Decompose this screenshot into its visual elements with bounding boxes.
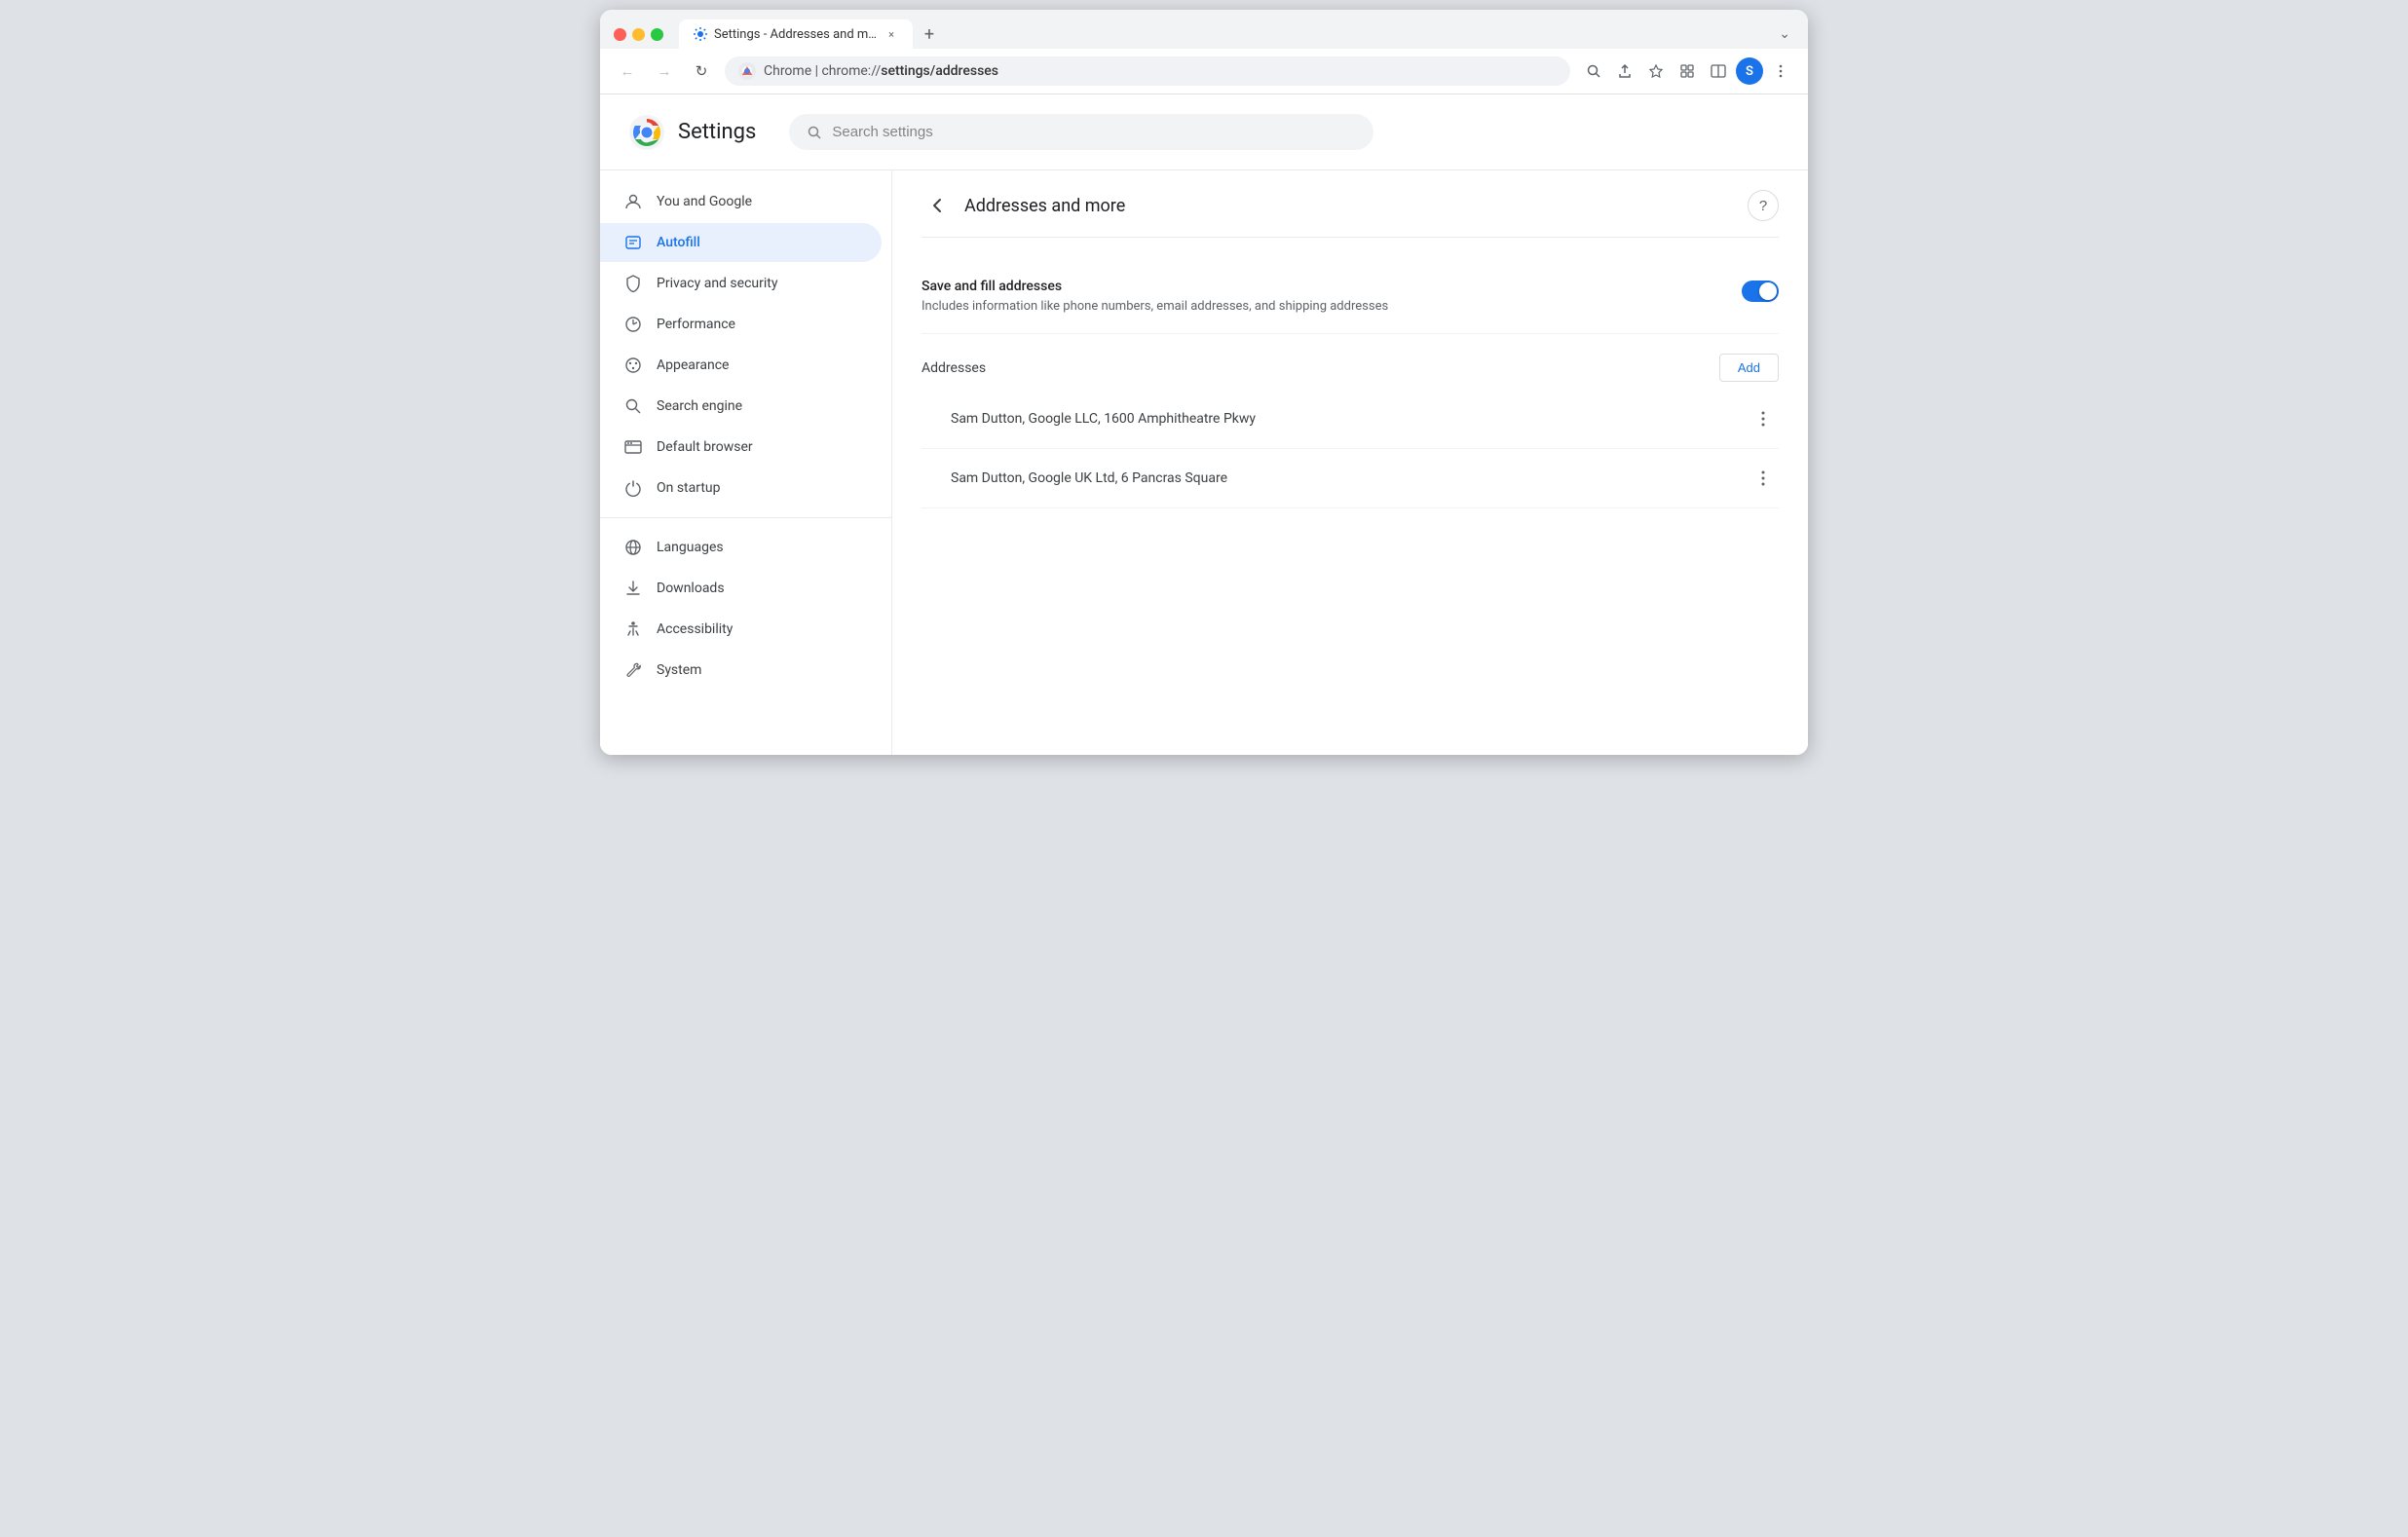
section-header: Addresses and more ? [922, 190, 1779, 238]
setting-name: Save and fill addresses [922, 279, 1742, 294]
sidebar-item-label: Accessibility [657, 621, 733, 637]
main-content: Addresses and more ? Save and fill addre… [892, 170, 1808, 755]
address-item: Sam Dutton, Google LLC, 1600 Amphitheatr… [922, 390, 1779, 449]
help-button[interactable]: ? [1748, 190, 1779, 221]
sidebar-item-accessibility[interactable]: Accessibility [600, 610, 882, 649]
power-icon [623, 478, 643, 498]
bookmark-button[interactable] [1642, 57, 1670, 85]
sidebar-divider [600, 517, 891, 518]
tab-close-button[interactable]: × [884, 26, 899, 42]
search-icon [807, 125, 822, 140]
sidebar-item-autofill[interactable]: Autofill [600, 223, 882, 262]
sidebar-item-label: Appearance [657, 357, 729, 373]
nav-actions: S [1580, 57, 1794, 85]
addresses-section: Addresses Add Sam Dutton, Google LLC, 16… [922, 354, 1779, 508]
sidebar-item-label: On startup [657, 480, 721, 496]
chrome-menu-button[interactable] [1767, 57, 1794, 85]
setting-description: Includes information like phone numbers,… [922, 298, 1742, 316]
sidebar-item-label: Privacy and security [657, 276, 777, 291]
sidebar-item-label: Performance [657, 317, 735, 332]
accessibility-icon [623, 619, 643, 639]
tab-chevron-icon[interactable]: ⌄ [1775, 22, 1794, 46]
nav-bar: ← → ↻ Chrome | chrome:// settings/ad [600, 49, 1808, 94]
sidebar-item-label: Autofill [657, 235, 700, 250]
back-button[interactable] [922, 190, 953, 221]
sidebar-item-on-startup[interactable]: On startup [600, 469, 882, 507]
sidebar-item-performance[interactable]: Performance [600, 305, 882, 344]
tabs-row: Settings - Addresses and more × + [679, 19, 1767, 49]
sidebar-item-label: System [657, 662, 701, 678]
sidebar-item-privacy-security[interactable]: Privacy and security [600, 264, 882, 303]
share-button[interactable] [1611, 57, 1638, 85]
profile-button[interactable]: S [1736, 57, 1763, 85]
address-text-value: Sam Dutton, Google LLC, 1600 Amphitheatr… [951, 411, 1256, 427]
chrome-logo [629, 115, 664, 150]
sidebar-item-label: Languages [657, 540, 724, 555]
sidebar: You and Google Autofill [600, 170, 892, 755]
address-item: Sam Dutton, Google UK Ltd, 6 Pancras Squ… [922, 449, 1779, 508]
palette-icon [623, 356, 643, 375]
address-text: Chrome | chrome:// settings/addresses [764, 63, 998, 79]
sidebar-item-label: Search engine [657, 398, 742, 414]
download-icon [623, 579, 643, 598]
sidebar-item-label: Default browser [657, 439, 753, 455]
maximize-window-button[interactable] [651, 28, 663, 41]
address-more-button[interactable] [1748, 463, 1779, 494]
sidebar-item-default-browser[interactable]: Default browser [600, 428, 882, 467]
back-button[interactable]: ← [614, 57, 641, 85]
split-view-button[interactable] [1705, 57, 1732, 85]
settings-page-title: Settings [678, 120, 756, 144]
page-content: Settings [600, 94, 1808, 755]
save-fill-addresses-row: Save and fill addresses Includes informa… [922, 261, 1779, 334]
sidebar-item-label: Downloads [657, 581, 725, 596]
browser-icon [623, 437, 643, 457]
settings-body: You and Google Autofill [600, 170, 1808, 755]
section-title: Addresses and more [964, 196, 1736, 216]
tab-title: Settings - Addresses and more [714, 27, 878, 42]
close-window-button[interactable] [614, 28, 626, 41]
globe-icon [623, 538, 643, 557]
sidebar-item-appearance[interactable]: Appearance [600, 346, 882, 385]
add-address-button[interactable]: Add [1719, 354, 1779, 382]
toggle-thumb [1759, 282, 1777, 300]
address-path: settings/addresses [881, 63, 998, 79]
sidebar-item-you-and-google[interactable]: You and Google [600, 182, 882, 221]
address-bar[interactable]: Chrome | chrome:// settings/addresses [725, 56, 1570, 86]
active-tab[interactable]: Settings - Addresses and more × [679, 19, 913, 49]
search-input[interactable] [832, 124, 1356, 140]
extensions-button[interactable] [1674, 57, 1701, 85]
address-favicon-icon [738, 62, 756, 80]
save-fill-toggle[interactable] [1742, 281, 1779, 302]
person-icon [623, 192, 643, 211]
browser-window: Settings - Addresses and more × + ⌄ ← → … [600, 10, 1808, 755]
shield-icon [623, 274, 643, 293]
addresses-label: Addresses [922, 360, 986, 376]
settings-search-bar[interactable] [789, 114, 1373, 150]
sidebar-item-languages[interactable]: Languages [600, 528, 882, 567]
traffic-lights [614, 28, 663, 41]
settings-header: Settings [600, 94, 1808, 170]
sidebar-item-system[interactable]: System [600, 651, 882, 690]
zoom-button[interactable] [1580, 57, 1607, 85]
autofill-icon [623, 233, 643, 252]
addresses-header: Addresses Add [922, 354, 1779, 382]
new-tab-button[interactable]: + [915, 19, 944, 49]
sidebar-item-search-engine[interactable]: Search engine [600, 387, 882, 426]
tab-end-controls: ⌄ [1775, 22, 1794, 46]
address-domain: Chrome | chrome:// [764, 63, 881, 79]
help-icon: ? [1759, 198, 1767, 214]
refresh-button[interactable]: ↻ [688, 57, 715, 85]
wrench-icon [623, 660, 643, 680]
setting-info: Save and fill addresses Includes informa… [922, 279, 1742, 316]
sidebar-item-label: You and Google [657, 194, 752, 209]
address-more-button[interactable] [1748, 403, 1779, 434]
sidebar-item-downloads[interactable]: Downloads [600, 569, 882, 608]
magnify-icon [623, 396, 643, 416]
minimize-window-button[interactable] [632, 28, 645, 41]
tab-favicon [693, 26, 708, 42]
title-bar: Settings - Addresses and more × + ⌄ [600, 10, 1808, 49]
forward-button[interactable]: → [651, 57, 678, 85]
address-text-value: Sam Dutton, Google UK Ltd, 6 Pancras Squ… [951, 470, 1227, 486]
performance-icon [623, 315, 643, 334]
